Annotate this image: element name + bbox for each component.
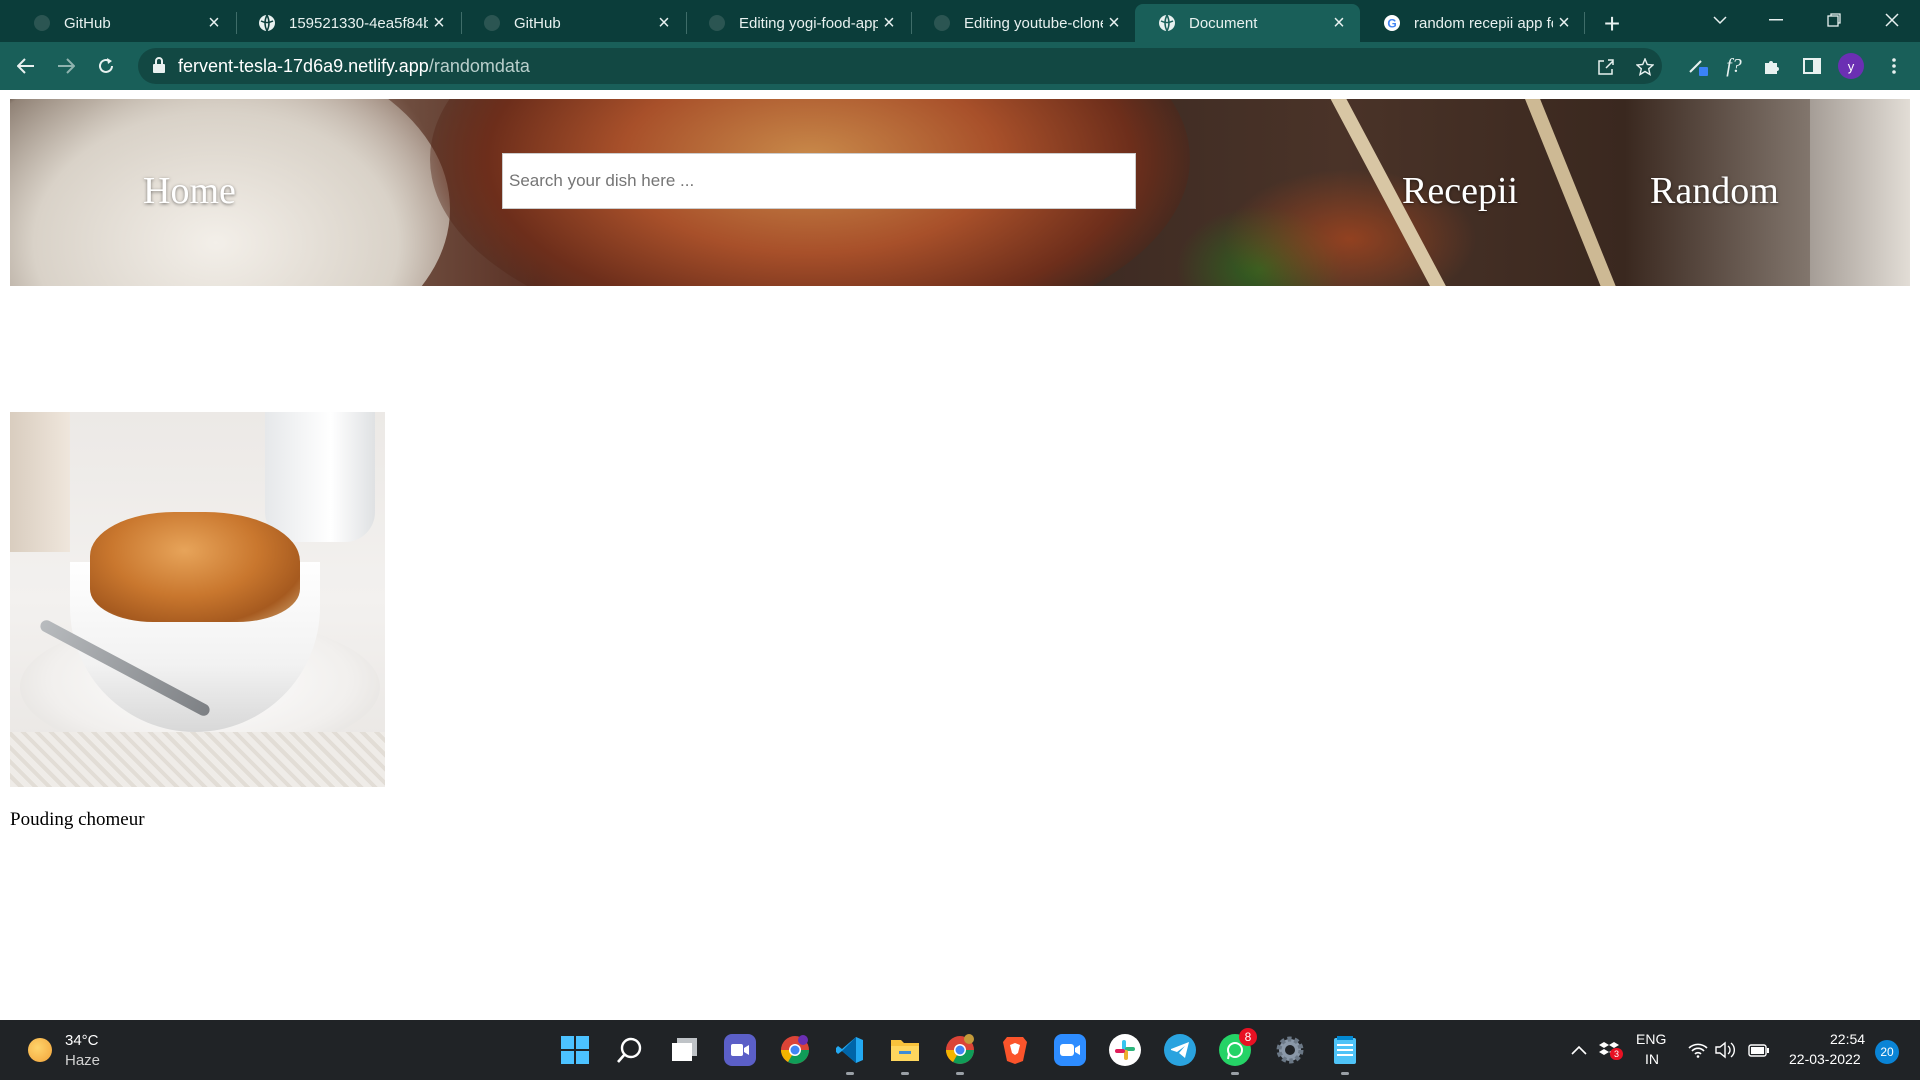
close-tab-icon[interactable]: × <box>878 12 900 34</box>
tab-title: GitHub <box>514 14 561 32</box>
profile-avatar[interactable]: y <box>1838 53 1864 79</box>
start-icon[interactable] <box>559 1034 591 1066</box>
tray-badge: 3 <box>1609 1048 1623 1060</box>
nav-random-link[interactable]: Random <box>1650 169 1779 213</box>
browser-tab-editing-yogi[interactable]: Editing yogi-food-app × <box>685 4 910 42</box>
svg-text:G: G <box>1387 17 1396 31</box>
url-path: /randomdata <box>428 56 530 76</box>
url-host: fervent-tesla-17d6a9.netlify.app <box>178 56 429 76</box>
side-panel-icon[interactable] <box>1796 50 1828 82</box>
font-extension-icon[interactable]: f? <box>1718 50 1750 82</box>
slack-icon[interactable] <box>1109 1034 1141 1066</box>
close-tab-icon[interactable]: × <box>653 12 675 34</box>
search-icon[interactable] <box>614 1034 646 1066</box>
back-arrow-icon[interactable] <box>10 50 42 82</box>
recipe-image-jar <box>10 412 70 552</box>
restore-icon[interactable] <box>1806 0 1862 40</box>
clock-date[interactable]: 22-03-2022 <box>1789 1051 1861 1067</box>
close-tab-icon[interactable]: × <box>203 12 225 34</box>
extension-pen-icon[interactable] <box>1682 50 1714 82</box>
close-tab-icon[interactable]: × <box>1103 12 1125 34</box>
recipe-image-napkin <box>10 732 385 787</box>
extensions-puzzle-icon[interactable] <box>1756 50 1788 82</box>
show-hidden-icons-chevron[interactable] <box>1567 1038 1591 1062</box>
brave-icon[interactable] <box>999 1034 1031 1066</box>
browser-tab-github-1[interactable]: GitHub × <box>10 4 235 42</box>
language-secondary[interactable]: IN <box>1645 1051 1659 1067</box>
chrome-icon[interactable] <box>779 1034 811 1066</box>
tab-search-chevron-icon[interactable] <box>1692 0 1748 40</box>
telegram-icon[interactable] <box>1164 1034 1196 1066</box>
task-view-icon[interactable] <box>669 1034 701 1066</box>
new-tab-icon[interactable]: + <box>1596 8 1628 40</box>
browser-tab-github-2[interactable]: GitHub × <box>460 4 685 42</box>
browser-toolbar: fervent-tesla-17d6a9.netlify.app/randomd… <box>0 42 1920 90</box>
battery-icon[interactable] <box>1747 1038 1771 1062</box>
forward-arrow-icon[interactable] <box>50 50 82 82</box>
lock-icon[interactable] <box>152 57 170 75</box>
tab-title: GitHub <box>64 14 111 32</box>
clock-time[interactable]: 22:54 <box>1830 1031 1865 1047</box>
file-explorer-icon[interactable] <box>889 1034 921 1075</box>
address-bar[interactable]: fervent-tesla-17d6a9.netlify.app/randomd… <box>138 48 1662 84</box>
reload-icon[interactable] <box>90 50 122 82</box>
recipe-image-pudding <box>90 512 300 622</box>
github-icon <box>482 13 502 33</box>
language-primary[interactable]: ENG <box>1636 1031 1666 1047</box>
settings-icon[interactable] <box>1274 1034 1306 1066</box>
whatsapp-badge: 8 <box>1239 1028 1257 1046</box>
recipe-image[interactable] <box>10 412 385 787</box>
close-tab-icon[interactable]: × <box>1328 12 1350 34</box>
browser-tab-editing-youtube[interactable]: Editing youtube-clone × <box>910 4 1135 42</box>
share-icon[interactable] <box>1593 54 1619 80</box>
whatsapp-icon[interactable]: 8 <box>1219 1028 1257 1075</box>
globe-icon <box>1157 13 1177 33</box>
github-icon <box>707 13 727 33</box>
teams-chat-icon[interactable] <box>724 1034 756 1066</box>
nav-recepii-link[interactable]: Recepii <box>1402 169 1518 213</box>
tab-title: 159521330-4ea5f84b <box>289 14 428 32</box>
vscode-icon[interactable] <box>834 1034 866 1075</box>
github-icon <box>932 13 952 33</box>
recipe-image-milk-jar <box>265 412 375 542</box>
recipe-name: Pouding chomeur <box>10 809 145 830</box>
minimize-icon[interactable] <box>1748 0 1804 40</box>
browser-tab-document[interactable]: Document × <box>1135 4 1360 42</box>
bookmark-star-icon[interactable] <box>1632 54 1658 80</box>
url-text: fervent-tesla-17d6a9.netlify.app/randomd… <box>178 56 530 77</box>
tab-title: Editing yogi-food-app <box>739 14 878 32</box>
notepad-icon[interactable] <box>1329 1034 1361 1075</box>
windows-taskbar: 34°C Haze 8 3 ENG IN 22:54 22-03-2022 20 <box>0 1020 1920 1080</box>
dish-search-input[interactable] <box>502 153 1136 209</box>
tab-title: Editing youtube-clone <box>964 14 1103 32</box>
tab-title: random recepii app fo <box>1414 14 1553 32</box>
close-window-icon[interactable] <box>1864 0 1920 40</box>
dropbox-tray-icon[interactable]: 3 <box>1597 1038 1623 1062</box>
google-icon: G <box>1382 13 1402 33</box>
header-banner: Home Recepii Random <box>10 99 1910 286</box>
banner-chopstick-image <box>1521 99 1633 286</box>
browser-tab-google-search[interactable]: G random recepii app fo × <box>1360 4 1585 42</box>
wifi-icon[interactable] <box>1686 1038 1710 1062</box>
tab-separator <box>1584 12 1585 34</box>
chrome-canary-icon[interactable] <box>944 1034 976 1075</box>
tab-title: Document <box>1189 14 1258 32</box>
volume-icon[interactable] <box>1714 1038 1738 1062</box>
nav-home-link[interactable]: Home <box>143 169 236 213</box>
weather-description[interactable]: Haze <box>65 1052 100 1069</box>
more-menu-icon[interactable] <box>1878 50 1910 82</box>
close-tab-icon[interactable]: × <box>428 12 450 34</box>
web-page: Home Recepii Random Pouding chomeur <box>0 90 1920 1020</box>
close-tab-icon[interactable]: × <box>1553 12 1575 34</box>
banner-edge-image <box>1810 99 1910 286</box>
browser-tab-image[interactable]: 159521330-4ea5f84b × <box>235 4 460 42</box>
zoom-icon[interactable] <box>1054 1034 1086 1066</box>
weather-temperature[interactable]: 34°C <box>65 1032 99 1049</box>
globe-icon <box>257 13 277 33</box>
browser-tab-strip: GitHub × 159521330-4ea5f84b × GitHub × E… <box>0 0 1920 42</box>
github-icon <box>32 13 52 33</box>
weather-sun-icon[interactable] <box>28 1038 52 1062</box>
notification-count-badge[interactable]: 20 <box>1875 1040 1899 1064</box>
